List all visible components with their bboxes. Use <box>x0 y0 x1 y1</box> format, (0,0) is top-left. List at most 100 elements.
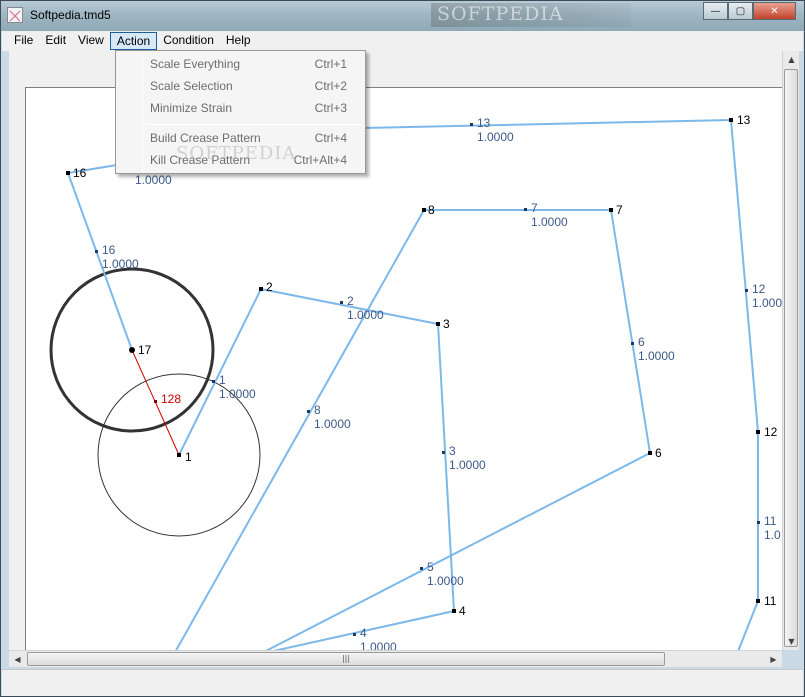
edge-id-label-11[interactable]: 11 <box>764 514 777 528</box>
menu-condition[interactable]: Condition <box>157 32 220 50</box>
node-label-12[interactable]: 12 <box>764 425 778 439</box>
node-label-13[interactable]: 13 <box>737 113 751 127</box>
menu-item-minimize-strain[interactable]: Minimize Strain Ctrl+3 <box>118 97 363 119</box>
menu-help[interactable]: Help <box>220 32 257 50</box>
tree-node-16[interactable] <box>66 171 70 175</box>
node-label-8[interactable]: 8 <box>428 203 435 217</box>
edge-length-label-1[interactable]: 1.0000 <box>219 387 256 401</box>
close-button[interactable]: ✕ <box>753 2 796 20</box>
edge-length-label-5[interactable]: 1.0000 <box>427 574 464 588</box>
edge-id-label-5[interactable]: 5 <box>427 560 434 574</box>
edge-length-label-11[interactable]: 1.0 <box>764 528 781 542</box>
tree-edge[interactable] <box>260 610 455 650</box>
tree-node-6[interactable] <box>648 451 652 455</box>
vertical-scroll-thumb[interactable] <box>784 69 798 647</box>
edge-marker-1[interactable] <box>212 380 215 383</box>
edge-marker-5[interactable] <box>420 567 423 570</box>
tree-node-3[interactable] <box>436 322 440 326</box>
tree-node-7[interactable] <box>609 208 613 212</box>
menu-item-kill-crease-pattern[interactable]: Kill Crease Pattern Ctrl+Alt+4 <box>118 149 363 171</box>
vertical-scrollbar[interactable]: ▲ ▼ <box>782 51 799 650</box>
edge-marker-4[interactable] <box>353 633 356 636</box>
tree-node-2[interactable] <box>259 287 263 291</box>
tree-edge[interactable] <box>178 288 262 456</box>
edge-marker-2[interactable] <box>340 301 343 304</box>
menu-item-scale-selection[interactable]: Scale Selection Ctrl+2 <box>118 75 363 97</box>
tree-node-13[interactable] <box>729 118 733 122</box>
tree-node-8[interactable] <box>422 208 426 212</box>
scroll-up-arrow-icon[interactable]: ▲ <box>783 51 800 68</box>
menu-action[interactable]: Action <box>109 32 158 50</box>
tree-edge[interactable] <box>730 119 759 433</box>
edge-marker-16[interactable] <box>95 250 98 253</box>
edge-id-label-4[interactable]: 4 <box>360 626 367 640</box>
node-label-1[interactable]: 1 <box>185 450 192 464</box>
edge-length-label-13[interactable]: 1.0000 <box>477 130 514 144</box>
menu-view[interactable]: View <box>72 32 110 50</box>
node-label-17[interactable]: 17 <box>138 343 152 357</box>
horizontal-scrollbar[interactable]: ◀ ||| ▶ <box>9 650 782 667</box>
tree-edge[interactable] <box>361 119 732 129</box>
tree-edge[interactable] <box>737 600 759 650</box>
edge-length-label-8[interactable]: 1.0000 <box>314 417 351 431</box>
tree-edge[interactable] <box>610 209 651 454</box>
edge-marker-3[interactable] <box>442 451 445 454</box>
minimize-button[interactable]: — <box>703 2 728 20</box>
node-label-16[interactable]: 16 <box>73 166 87 180</box>
edge-length-label-6[interactable]: 1.0000 <box>638 349 675 363</box>
tree-node-11[interactable] <box>756 599 760 603</box>
edge-marker-12[interactable] <box>745 289 748 292</box>
edge-length-label-3[interactable]: 1.0000 <box>449 458 486 472</box>
menu-item-shortcut: Ctrl+1 <box>314 57 347 71</box>
action-dropdown-menu: Scale Everything Ctrl+1 Scale Selection … <box>115 50 366 174</box>
tree-node-12[interactable] <box>756 430 760 434</box>
app-icon[interactable] <box>7 7 23 23</box>
menu-item-build-crease-pattern[interactable]: Build Crease Pattern Ctrl+4 <box>118 127 363 149</box>
scroll-right-arrow-icon[interactable]: ▶ <box>765 651 782 668</box>
edge-marker-11[interactable] <box>757 521 760 524</box>
tree-node-4[interactable] <box>452 609 456 613</box>
edge-id-label-7[interactable]: 7 <box>531 201 538 215</box>
tree-node-1[interactable] <box>177 453 181 457</box>
menu-separator <box>146 124 361 125</box>
edge-length-label-4[interactable]: 1.0000 <box>360 640 397 650</box>
edge-marker-8[interactable] <box>307 410 310 413</box>
horizontal-scroll-thumb[interactable]: ||| <box>27 652 665 666</box>
node-label-3[interactable]: 3 <box>443 317 450 331</box>
tree-edge[interactable] <box>260 452 651 650</box>
edge-length-label-7[interactable]: 1.0000 <box>531 215 568 229</box>
edge-marker-6[interactable] <box>631 342 634 345</box>
edge-length-label-12[interactable]: 1.000 <box>752 296 782 310</box>
edge-marker-7[interactable] <box>524 208 527 211</box>
path-marker[interactable] <box>154 400 157 403</box>
node-label-6[interactable]: 6 <box>655 446 662 460</box>
edge-length-label-16[interactable]: 1.0000 <box>102 257 139 271</box>
edge-length-label-17[interactable]: 1.0000 <box>135 173 172 187</box>
edge-id-label-2[interactable]: 2 <box>347 294 354 308</box>
scroll-left-arrow-icon[interactable]: ◀ <box>9 651 26 668</box>
maximize-button[interactable]: ▢ <box>728 2 753 20</box>
title-bar[interactable]: Softpedia.tmd5 SOFTPEDIA — ▢ ✕ <box>1 1 804 31</box>
edge-id-label-16[interactable]: 16 <box>102 243 116 257</box>
edge-id-label-6[interactable]: 6 <box>638 335 645 349</box>
edge-id-label-8[interactable]: 8 <box>314 403 321 417</box>
tree-edge[interactable] <box>174 209 425 650</box>
edge-length-label-2[interactable]: 1.0000 <box>347 308 384 322</box>
edge-marker-13[interactable] <box>470 123 473 126</box>
edge-id-label-12[interactable]: 12 <box>752 282 766 296</box>
edge-id-label-13[interactable]: 13 <box>477 116 491 130</box>
menu-file[interactable]: File <box>8 32 39 50</box>
edge-id-label-3[interactable]: 3 <box>449 444 456 458</box>
node-label-4[interactable]: 4 <box>459 604 466 618</box>
node-label-2[interactable]: 2 <box>266 280 273 294</box>
node-17-dot[interactable] <box>129 347 135 353</box>
node-label-7[interactable]: 7 <box>616 203 623 217</box>
menu-item-shortcut: Ctrl+4 <box>314 131 347 145</box>
scroll-down-arrow-icon[interactable]: ▼ <box>783 633 800 650</box>
menu-edit[interactable]: Edit <box>39 32 72 50</box>
node-label-11[interactable]: 11 <box>764 594 777 608</box>
menu-item-label: Minimize Strain <box>150 101 233 115</box>
menu-item-scale-everything[interactable]: Scale Everything Ctrl+1 <box>118 53 363 75</box>
edge-id-label-1[interactable]: 1 <box>219 373 226 387</box>
path-length-label[interactable]: 128 <box>161 392 181 406</box>
